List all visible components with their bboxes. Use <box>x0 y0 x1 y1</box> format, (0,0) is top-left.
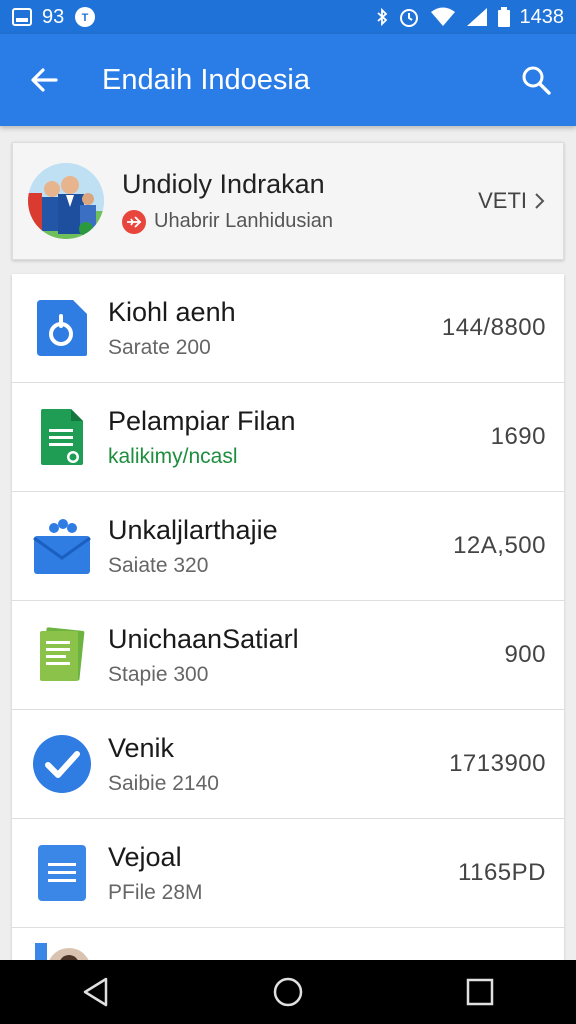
item-subtitle: Stapie 300 <box>108 662 209 686</box>
search-icon <box>522 66 551 95</box>
triangle-back-icon <box>83 977 108 1007</box>
status-bar-left: 93 T <box>12 6 96 29</box>
status-left-text: 93 <box>42 5 65 28</box>
app-bar: Endaih Indoesia <box>0 34 576 126</box>
green-document-icon <box>32 625 92 685</box>
list-item[interactable]: Kiohl aenh Sarate 200 144/8800 <box>12 274 564 383</box>
file-list: Kiohl aenh Sarate 200 144/8800 Pelampiar… <box>12 274 564 964</box>
item-value: 1690 <box>490 423 546 450</box>
nav-recents-button[interactable] <box>450 962 510 1022</box>
item-title: Venik <box>108 732 175 763</box>
bluetooth-icon <box>376 8 388 26</box>
profile-name: Undioly Indrakan <box>122 168 325 199</box>
item-value: 12A,500 <box>453 532 546 559</box>
item-subtitle: PFile 28M <box>108 880 203 904</box>
google-drive-blue-icon <box>32 298 92 358</box>
list-item-partial[interactable] <box>12 928 564 964</box>
circle-home-icon <box>273 977 303 1007</box>
signal-icon <box>466 7 488 27</box>
app-notification-icon: T <box>74 6 96 28</box>
item-subtitle: kalikimy/ncasl <box>108 444 238 468</box>
gallery-notification-icon <box>12 8 32 26</box>
arrow-back-icon <box>31 68 58 92</box>
item-title: Unkaljlarthajie <box>108 514 278 545</box>
avatar <box>28 163 104 239</box>
item-subtitle: Sarate 200 <box>108 335 211 359</box>
battery-icon <box>497 7 510 27</box>
status-bar-right: 1438 <box>376 5 565 29</box>
status-time: 1438 <box>519 5 565 28</box>
airplane-badge-icon <box>122 209 146 234</box>
item-title: Vejoal <box>108 841 182 872</box>
status-bar: 93 T 1438 <box>0 0 576 34</box>
profile-subtitle: Uhabrir Lanhidusian <box>154 210 334 232</box>
item-value: 1713900 <box>449 750 546 777</box>
item-title: Kiohl aenh <box>108 296 236 327</box>
list-item[interactable]: Unkaljlarthajie Saiate 320 12A,500 <box>12 492 564 601</box>
nav-home-button[interactable] <box>258 962 318 1022</box>
system-navigation-bar <box>0 960 576 1024</box>
google-docs-icon <box>32 843 92 903</box>
view-button-label: VETI <box>478 188 527 213</box>
mail-envelope-icon <box>32 516 92 576</box>
chevron-right-icon <box>535 193 545 209</box>
list-item[interactable]: Pelampiar Filan kalikimy/ncasl 1690 <box>12 383 564 492</box>
wifi-icon <box>430 7 456 27</box>
item-value: 144/8800 <box>441 314 546 341</box>
list-item[interactable]: Vejoal PFile 28M 1165PD <box>12 819 564 928</box>
google-sheets-icon <box>32 407 92 467</box>
list-item[interactable]: Venik Saibie 2140 1713900 <box>12 710 564 819</box>
back-button[interactable] <box>20 56 68 104</box>
item-title: Pelampiar Filan <box>108 405 296 436</box>
list-item[interactable]: UnichaanSatiarl Stapie 300 900 <box>12 601 564 710</box>
view-button[interactable]: VETI <box>478 188 545 214</box>
search-button[interactable] <box>512 56 560 104</box>
check-circle-icon <box>32 734 92 794</box>
profile-subtitle-row: Uhabrir Lanhidusian <box>122 209 478 234</box>
item-subtitle: Saibie 2140 <box>108 771 219 795</box>
alarm-icon <box>398 6 420 28</box>
page-title: Endaih Indoesia <box>102 63 310 96</box>
item-value: 1165PD <box>458 859 546 886</box>
item-title: UnichaanSatiarl <box>108 623 299 654</box>
profile-card[interactable]: Undioly Indrakan Uhabrir Lanhidusian VET… <box>12 142 564 260</box>
nav-back-button[interactable] <box>66 962 126 1022</box>
svg-text:T: T <box>82 12 89 24</box>
item-value: 900 <box>504 641 546 668</box>
square-recents-icon <box>466 978 494 1006</box>
item-subtitle: Saiate 320 <box>108 553 209 577</box>
